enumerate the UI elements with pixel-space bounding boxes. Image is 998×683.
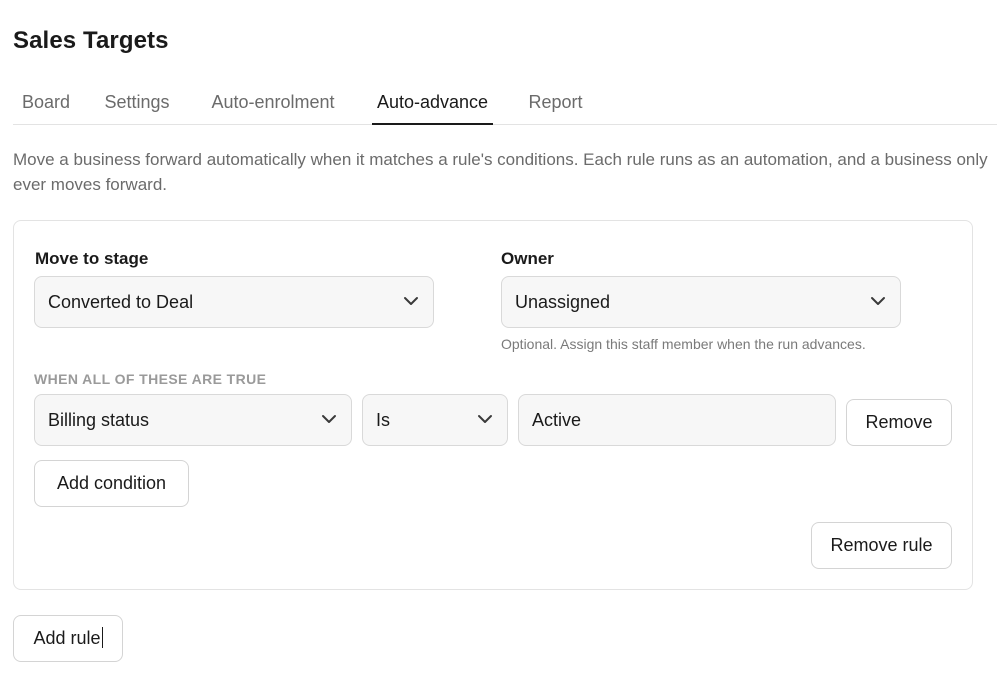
- tab-report[interactable]: Report: [526, 80, 585, 125]
- add-rule-label: Add rule: [33, 628, 101, 648]
- tab-board[interactable]: Board: [18, 80, 74, 125]
- condition-operator-select[interactable]: Is: [362, 394, 508, 446]
- owner-select[interactable]: Unassigned: [501, 276, 901, 328]
- move-to-stage-select[interactable]: Converted to Deal: [34, 276, 434, 328]
- page-title: Sales Targets: [13, 27, 169, 54]
- owner-label: Owner: [501, 249, 554, 268]
- tab-auto-advance[interactable]: Auto-advance: [372, 80, 493, 125]
- condition-field-select[interactable]: Billing status: [34, 394, 352, 446]
- remove-condition-button[interactable]: Remove: [846, 399, 952, 446]
- tab-settings[interactable]: Settings: [104, 80, 170, 125]
- add-condition-button[interactable]: Add condition: [34, 460, 189, 507]
- chevron-down-icon: [321, 413, 337, 425]
- move-to-stage-label: Move to stage: [35, 249, 149, 268]
- owner-value: Unassigned: [515, 292, 611, 312]
- tab-bar: Board Settings Auto-enrolment Auto-advan…: [13, 80, 997, 125]
- move-to-stage-value: Converted to Deal: [48, 292, 194, 312]
- tab-auto-enrolment[interactable]: Auto-enrolment: [208, 80, 338, 125]
- rule-card: Move to stage Converted to Deal Owner Un…: [13, 220, 973, 590]
- text-cursor: [101, 627, 103, 648]
- remove-rule-button[interactable]: Remove rule: [811, 522, 952, 569]
- owner-helper-text: Optional. Assign this staff member when …: [501, 336, 866, 352]
- chevron-down-icon: [870, 295, 886, 307]
- add-rule-button[interactable]: Add rule: [13, 615, 123, 662]
- page: Sales Targets Board Settings Auto-enrolm…: [0, 0, 998, 683]
- condition-value-input[interactable]: Active: [518, 394, 836, 446]
- conditions-section-label: WHEN ALL OF THESE ARE TRUE: [34, 371, 267, 387]
- condition-field-value: Billing status: [48, 410, 150, 430]
- condition-operator-value: Is: [376, 410, 391, 430]
- chevron-down-icon: [477, 413, 493, 425]
- chevron-down-icon: [403, 295, 419, 307]
- page-description: Move a business forward automatically wh…: [13, 150, 988, 194]
